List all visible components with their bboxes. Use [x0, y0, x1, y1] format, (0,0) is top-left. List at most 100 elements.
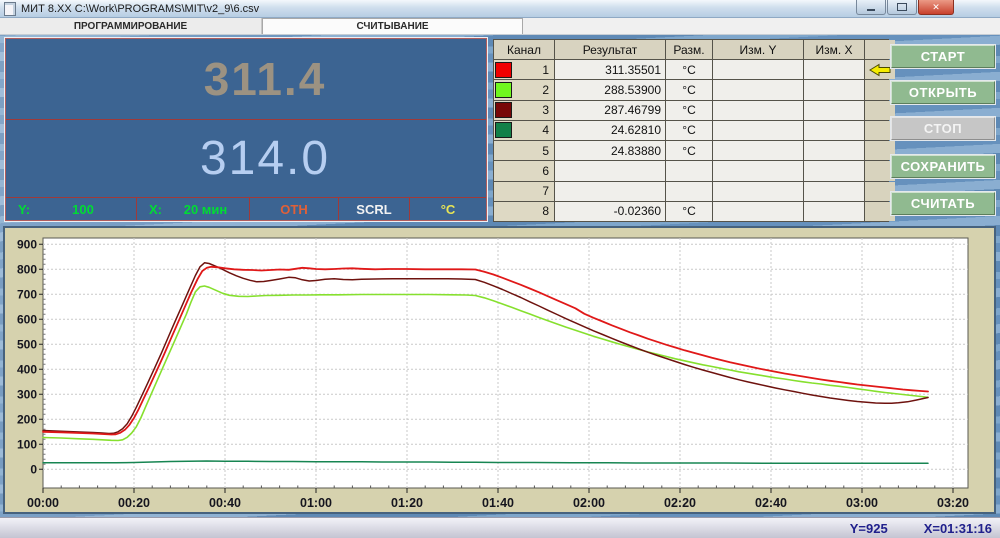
- channel-cell-row3[interactable]: 3: [494, 101, 554, 120]
- unit-label: °C: [441, 202, 456, 217]
- izm-y-cell-row4[interactable]: [713, 121, 803, 140]
- selected-channel-arrow-icon: [868, 63, 892, 77]
- close-icon: ✕: [932, 3, 940, 12]
- x-tick-label: 00:00: [27, 496, 59, 510]
- cursor-y-readout: Y=925: [850, 521, 888, 536]
- result-cell-row2[interactable]: 288.53900: [555, 80, 665, 99]
- y-scale-label: Y:: [18, 202, 30, 217]
- save-button[interactable]: СОХРАНИТЬ: [891, 155, 995, 178]
- y-tick-label: 400: [17, 362, 37, 376]
- table-header-2: Разм.: [666, 40, 712, 59]
- channel-number: 5: [542, 144, 549, 158]
- unit-toggle[interactable]: °C: [410, 198, 486, 220]
- y-tick-label: 800: [17, 262, 37, 276]
- channel-cell-row7[interactable]: 7: [494, 182, 554, 201]
- table-header-0: Канал: [494, 40, 554, 59]
- x-tick-label: 01:40: [482, 496, 514, 510]
- izm-y-cell-row8[interactable]: [713, 202, 803, 221]
- result-cell-row8[interactable]: -0.02360: [555, 202, 665, 221]
- channel-cell-row2[interactable]: 2: [494, 80, 554, 99]
- izm-x-cell-row1[interactable]: [804, 60, 864, 79]
- unit-cell-row5: °C: [666, 141, 712, 160]
- result-cell-row6[interactable]: [555, 161, 665, 180]
- channel-cell-row5[interactable]: 5: [494, 141, 554, 160]
- x-tick-label: 02:20: [664, 496, 696, 510]
- result-cell-row5[interactable]: 24.83880: [555, 141, 665, 160]
- izm-x-cell-row5[interactable]: [804, 141, 864, 160]
- measurement-display-inner: 311.4 314.0 Y: 100 X: 20 мин ОТН SCRL: [5, 38, 487, 221]
- cursor-x-readout: X=01:31:16: [924, 521, 992, 536]
- channel-cell-row8[interactable]: 8: [494, 202, 554, 221]
- app-icon: [4, 2, 16, 16]
- izm-y-cell-row2[interactable]: [713, 80, 803, 99]
- title-bar: МИТ 8.XX C:\Work\PROGRAMS\MIT\v2_9\6.csv…: [0, 0, 1000, 18]
- izm-x-cell-row3[interactable]: [804, 101, 864, 120]
- unit-cell-row6: [666, 161, 712, 180]
- mode-toggle[interactable]: ОТН: [250, 198, 339, 220]
- tab-programming[interactable]: ПРОГРАММИРОВАНИЕ: [0, 18, 262, 34]
- table-header-1: Результат: [555, 40, 665, 59]
- result-cell-row7[interactable]: [555, 182, 665, 201]
- close-button[interactable]: ✕: [918, 0, 954, 15]
- izm-y-cell-row3[interactable]: [713, 101, 803, 120]
- izm-x-cell-row6[interactable]: [804, 161, 864, 180]
- minimize-button[interactable]: [856, 0, 886, 15]
- y-tick-label: 200: [17, 412, 37, 426]
- izm-x-cell-row2[interactable]: [804, 80, 864, 99]
- scroll-toggle[interactable]: SCRL: [339, 198, 410, 220]
- izm-y-cell-row7[interactable]: [713, 182, 803, 201]
- channel-cell-row6[interactable]: 6: [494, 161, 554, 180]
- result-cell-row3[interactable]: 287.46799: [555, 101, 665, 120]
- window-title: МИТ 8.XX C:\Work\PROGRAMS\MIT\v2_9\6.csv: [21, 3, 259, 15]
- stop-button[interactable]: СТОП: [891, 117, 995, 140]
- izm-x-cell-row7[interactable]: [804, 182, 864, 201]
- x-scale-label: X:: [149, 202, 162, 217]
- y-tick-label: 700: [17, 287, 37, 301]
- unit-cell-row4: °C: [666, 121, 712, 140]
- y-tick-label: 100: [17, 437, 37, 451]
- trend-chart-panel[interactable]: 010020030040050060070080090000:0000:2000…: [3, 226, 996, 514]
- unit-cell-row3: °C: [666, 101, 712, 120]
- table-header-4: Изм. X: [804, 40, 864, 59]
- channel-number: 7: [542, 184, 549, 198]
- x-tick-label: 02:40: [755, 496, 787, 510]
- start-button[interactable]: СТАРТ: [891, 45, 995, 68]
- scroll-label: SCRL: [356, 202, 391, 217]
- channel-table: КаналРезультатРазм.Изм. YИзм. X 1 311.3550…: [493, 39, 889, 222]
- tab-reading[interactable]: СЧИТЫВАНИЕ: [262, 18, 523, 34]
- open-button[interactable]: ОТКРЫТЬ: [891, 81, 995, 104]
- primary-reading: 311.4: [6, 39, 486, 120]
- channel-number: 1: [542, 63, 549, 77]
- unit-cell-row1: °C: [666, 60, 712, 79]
- y-scale-cell[interactable]: Y: 100: [6, 198, 137, 220]
- izm-x-cell-row8[interactable]: [804, 202, 864, 221]
- channel-cell-row4[interactable]: 4: [494, 121, 554, 140]
- y-scale-value: 100: [30, 202, 136, 217]
- izm-y-cell-row6[interactable]: [713, 161, 803, 180]
- maximize-button[interactable]: [887, 0, 917, 15]
- result-cell-row1[interactable]: 311.35501: [555, 60, 665, 79]
- unit-cell-row8: °C: [666, 202, 712, 221]
- display-status-row: Y: 100 X: 20 мин ОТН SCRL °C: [6, 198, 486, 220]
- channel-number: 2: [542, 83, 549, 97]
- izm-y-cell-row1[interactable]: [713, 60, 803, 79]
- read-button[interactable]: СЧИТАТЬ: [891, 192, 995, 215]
- trend-chart[interactable]: 010020030040050060070080090000:0000:2000…: [5, 228, 994, 512]
- unit-cell-row2: °C: [666, 80, 712, 99]
- channel-color-swatch: [495, 82, 512, 98]
- channel-cell-row1[interactable]: 1: [494, 60, 554, 79]
- izm-y-cell-row5[interactable]: [713, 141, 803, 160]
- izm-x-cell-row4[interactable]: [804, 121, 864, 140]
- x-scale-cell[interactable]: X: 20 мин: [137, 198, 250, 220]
- y-tick-label: 900: [17, 237, 37, 251]
- result-cell-row4[interactable]: 24.62810: [555, 121, 665, 140]
- maximize-icon: [897, 3, 907, 11]
- x-tick-label: 01:20: [391, 496, 423, 510]
- y-tick-label: 300: [17, 387, 37, 401]
- app-window: МИТ 8.XX C:\Work\PROGRAMS\MIT\v2_9\6.csv…: [0, 0, 1000, 538]
- secondary-reading: 314.0: [6, 120, 486, 198]
- tab-bar: ПРОГРАММИРОВАНИЕ СЧИТЫВАНИЕ: [0, 18, 1000, 35]
- channel-number: 8: [542, 204, 549, 218]
- table-header-3: Изм. Y: [713, 40, 803, 59]
- measurement-display-panel: 311.4 314.0 Y: 100 X: 20 мин ОТН SCRL: [4, 37, 488, 222]
